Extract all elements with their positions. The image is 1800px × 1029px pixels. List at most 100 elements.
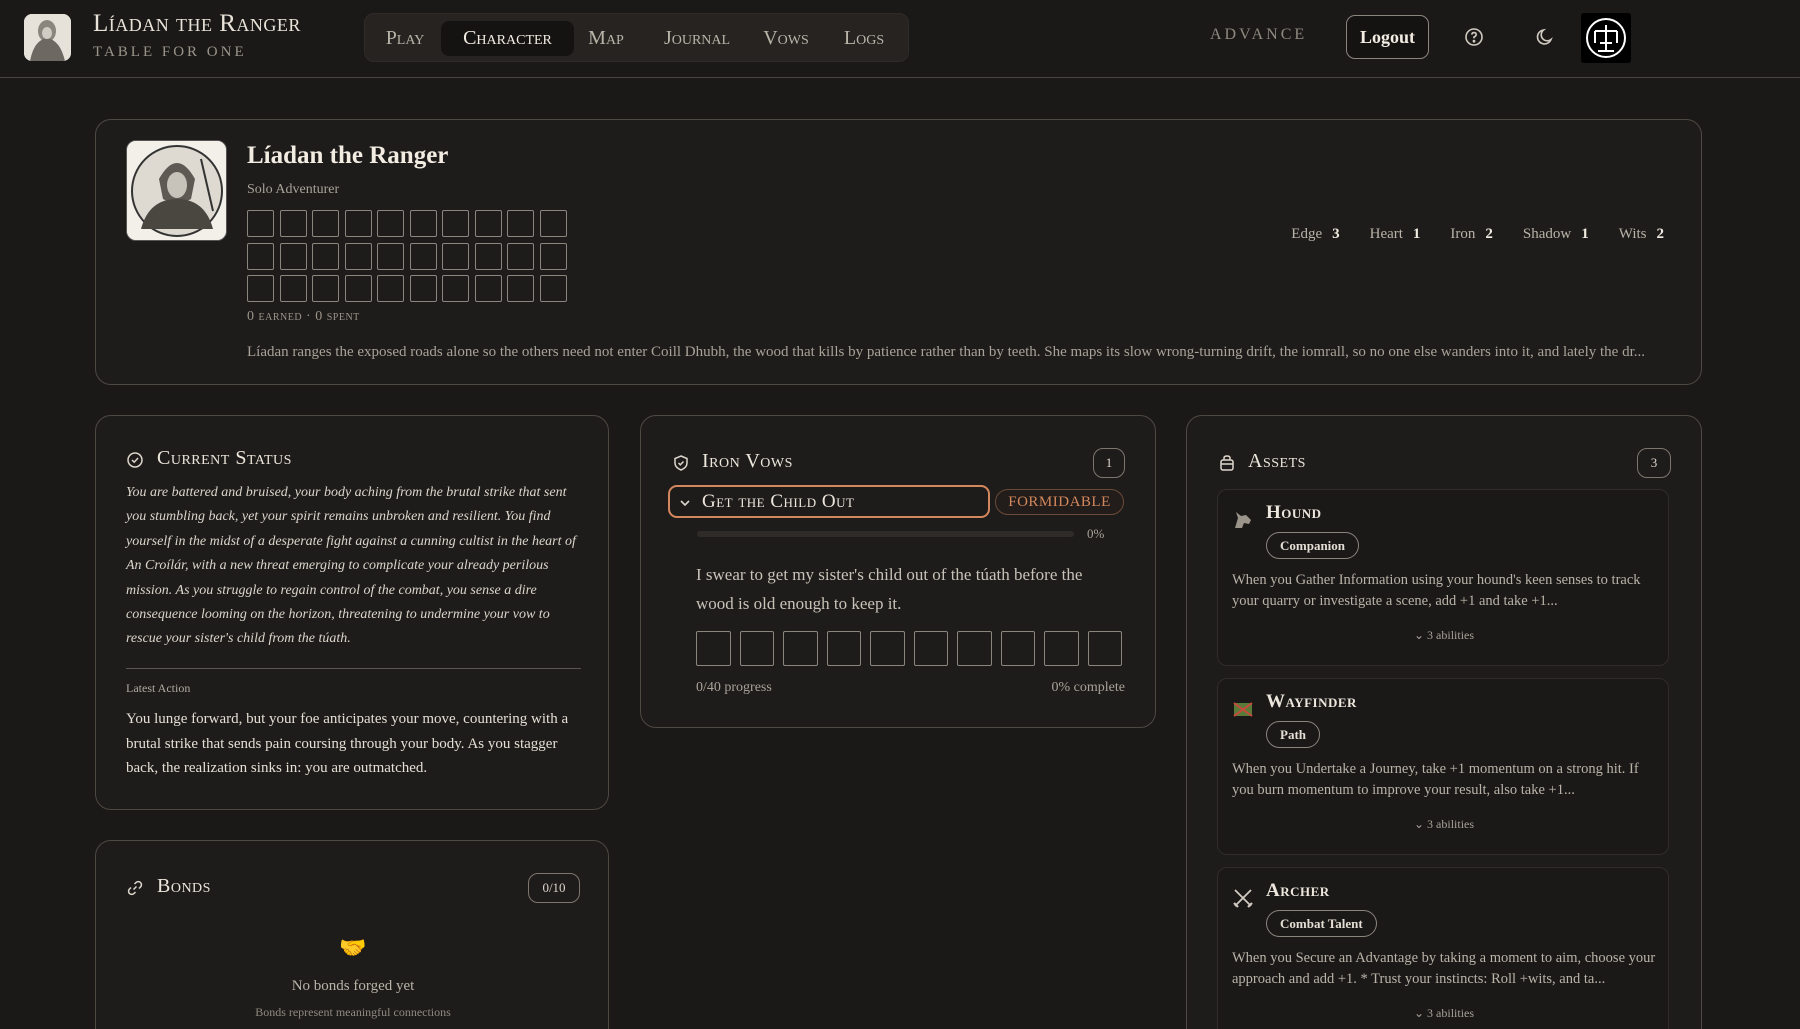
bonds-count-badge: 0/10: [528, 873, 580, 903]
chevron-down-icon: ⌄: [1413, 628, 1425, 642]
xp-box[interactable]: [312, 210, 339, 237]
vow-progress-bar: [697, 531, 1074, 537]
link-icon: [126, 879, 144, 901]
asset-tag: Path: [1266, 721, 1320, 748]
xp-box[interactable]: [409, 210, 437, 237]
check-circle-icon: [126, 451, 144, 473]
xp-box[interactable]: [279, 242, 307, 270]
advance-button[interactable]: ADVANCE: [1210, 26, 1307, 44]
map-icon: [1231, 697, 1255, 721]
app-subtitle: Table for One: [93, 44, 247, 60]
xp-box[interactable]: [409, 242, 437, 270]
nav-vows[interactable]: Vows: [755, 21, 817, 56]
vows-title: Iron Vows: [702, 450, 793, 472]
asset-abilities-toggle[interactable]: ⌄ 3 abilities: [1218, 1006, 1670, 1021]
iron-vows-panel: Iron Vows 1 Get the Child Out FORMIDABLE…: [640, 415, 1156, 728]
xp-box[interactable]: [377, 242, 404, 270]
xp-box[interactable]: [539, 242, 567, 270]
vow-progress-box[interactable]: [1000, 631, 1035, 666]
xp-box[interactable]: [442, 242, 469, 270]
character-portrait: [126, 140, 227, 241]
vow-title: Get the Child Out: [702, 491, 855, 512]
chevron-down-icon[interactable]: [678, 495, 692, 514]
bonds-panel: Bonds 0/10 🤝 No bonds forged yet Bonds r…: [95, 840, 609, 1029]
xp-box[interactable]: [247, 210, 274, 237]
status-title: Current Status: [157, 447, 292, 469]
stat-heart: Heart 1: [1369, 226, 1421, 242]
xp-box[interactable]: [344, 210, 372, 237]
xp-track: [247, 210, 572, 302]
asset-abilities-toggle[interactable]: ⌄ 3 abilities: [1218, 628, 1670, 643]
asset-card-hound[interactable]: Hound Companion When you Gather Informat…: [1217, 489, 1669, 666]
asset-card-wayfinder[interactable]: Wayfinder Path When you Undertake a Jour…: [1217, 678, 1669, 855]
vow-progress-box[interactable]: [957, 631, 992, 666]
logout-button[interactable]: Logout: [1346, 15, 1429, 59]
nav-character[interactable]: Character: [441, 21, 574, 56]
asset-abilities-toggle[interactable]: ⌄ 3 abilities: [1218, 817, 1670, 832]
help-circle-icon[interactable]: [1463, 26, 1485, 48]
vow-progress-box[interactable]: [696, 631, 731, 666]
xp-box[interactable]: [247, 275, 274, 302]
xp-box[interactable]: [409, 275, 437, 302]
xp-box[interactable]: [344, 275, 372, 302]
asset-card-archer[interactable]: Archer Combat Talent When you Secure an …: [1217, 867, 1669, 1029]
assets-panel: Assets 3 Hound Companion When you Gather…: [1186, 415, 1702, 1029]
xp-box[interactable]: [377, 275, 404, 302]
assets-title: Assets: [1248, 450, 1306, 472]
vow-progress-box[interactable]: [826, 631, 861, 666]
xp-box[interactable]: [312, 275, 339, 302]
latest-action-label: Latest Action: [126, 681, 191, 695]
nav-play[interactable]: Play: [375, 21, 435, 56]
vow-progress-box[interactable]: [1044, 631, 1079, 666]
app-logo[interactable]: [24, 14, 71, 61]
backpack-icon: [1218, 454, 1236, 476]
crossed-swords-icon: [1231, 886, 1255, 910]
vow-progress-box[interactable]: [783, 631, 818, 666]
wolf-icon: [1231, 508, 1255, 532]
assets-count-badge: 3: [1637, 448, 1671, 478]
xp-box[interactable]: [279, 275, 307, 302]
asset-description: When you Gather Information using your h…: [1232, 572, 1641, 609]
vow-progress-box[interactable]: [870, 631, 905, 666]
vow-progress-box[interactable]: [1087, 631, 1122, 666]
stat-wits: Wits 2: [1618, 226, 1664, 242]
nav-journal[interactable]: Journal: [653, 21, 741, 56]
nav-logs[interactable]: Logs: [833, 21, 895, 56]
vows-count-badge: 1: [1093, 448, 1125, 478]
status-text: You are battered and bruised, your body …: [126, 485, 576, 647]
xp-box[interactable]: [507, 210, 534, 237]
xp-summary: 0 earned · 0 spent: [247, 309, 360, 324]
xp-box[interactable]: [247, 242, 274, 270]
xp-box[interactable]: [442, 210, 469, 237]
vow-rank-badge: FORMIDABLE: [995, 489, 1124, 515]
vow-complete-text: 0% complete: [1051, 680, 1125, 695]
asset-name: Archer: [1266, 880, 1330, 901]
vow-item-header[interactable]: Get the Child Out: [668, 485, 990, 518]
vow-progress-box[interactable]: [739, 631, 774, 666]
moon-icon[interactable]: [1534, 26, 1556, 48]
xp-box[interactable]: [279, 210, 307, 237]
bonds-empty-title: No bonds forged yet: [291, 978, 415, 994]
xp-box[interactable]: [539, 210, 567, 237]
app-header: Líadan the Ranger Table for One Play Cha…: [0, 0, 1800, 78]
vow-progress-box[interactable]: [913, 631, 948, 666]
xp-box[interactable]: [474, 210, 502, 237]
xp-box[interactable]: [507, 275, 534, 302]
user-avatar[interactable]: [1581, 13, 1631, 63]
xp-box[interactable]: [539, 275, 567, 302]
xp-box[interactable]: [507, 242, 534, 270]
nav-map[interactable]: Map: [580, 21, 632, 56]
shield-check-icon: [672, 454, 690, 476]
xp-box[interactable]: [474, 275, 502, 302]
asset-tag: Companion: [1266, 532, 1360, 559]
bonds-title: Bonds: [157, 875, 211, 897]
character-panel: Líadan the Ranger Solo Adventurer 0 earn…: [95, 119, 1702, 385]
xp-box[interactable]: [442, 275, 469, 302]
xp-box[interactable]: [312, 242, 339, 270]
asset-name: Hound: [1266, 502, 1322, 523]
app-title: Líadan the Ranger: [93, 10, 301, 37]
vow-progress-text: 0/40 progress: [696, 680, 772, 695]
xp-box[interactable]: [377, 210, 404, 237]
xp-box[interactable]: [474, 242, 502, 270]
xp-box[interactable]: [344, 242, 372, 270]
